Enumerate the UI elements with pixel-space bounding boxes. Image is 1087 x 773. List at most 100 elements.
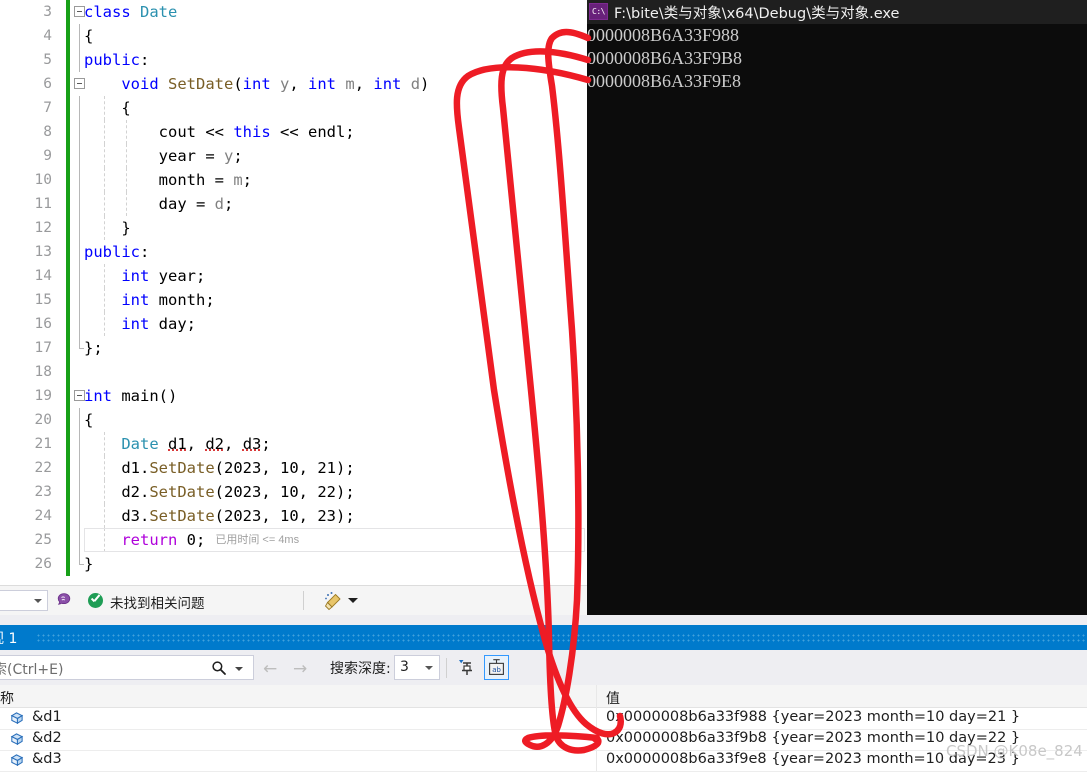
watch-expression-value: 0x0000008b6a33f988 {year=2023 month=10 d… (606, 709, 1021, 725)
code-line[interactable]: 23 d2.SetDate(2023, 10, 22); (0, 480, 587, 504)
line-number: 8 (43, 124, 52, 140)
code-line[interactable]: 18 (0, 360, 587, 384)
watch-toolbar: 索(Ctrl+E) ← → 搜索深度: 3 ab (0, 650, 1087, 685)
tab-watch-1[interactable]: 视 1 (0, 628, 17, 648)
pin-icon[interactable] (456, 657, 478, 679)
search-options-chevron-icon[interactable] (235, 667, 243, 671)
code-line[interactable]: 24 d3.SetDate(2023, 10, 23); (0, 504, 587, 528)
code-line[interactable]: 17}; (0, 336, 587, 360)
console-window-icon: C:\ (589, 3, 608, 20)
change-marker (66, 192, 70, 216)
fold-guide (79, 336, 84, 349)
line-number: 20 (34, 412, 52, 428)
change-marker (66, 528, 70, 552)
code-text: }; (84, 339, 103, 357)
code-line[interactable]: 9 year = y; (0, 144, 587, 168)
code-line[interactable]: 21 Date d1, d2, d3; (0, 432, 587, 456)
column-header-name[interactable]: 名称 (0, 688, 14, 708)
toolbar-divider (303, 591, 304, 610)
change-marker (66, 96, 70, 120)
table-row[interactable]: &d2 0x0000008b6a33f9b8 {year=2023 month=1… (0, 729, 1087, 751)
code-text: } (84, 219, 131, 237)
search-icon[interactable] (211, 660, 227, 676)
fold-guide (79, 168, 80, 192)
change-marker (66, 216, 70, 240)
watch-window: 视 1 索(Ctrl+E) ← → 搜索深度: 3 (0, 615, 1087, 772)
code-text: d2.SetDate(2023, 10, 22); (84, 483, 355, 501)
change-marker (66, 480, 70, 504)
code-line[interactable]: 8 cout << this << endl; (0, 120, 587, 144)
fold-guide (79, 144, 80, 168)
code-line[interactable]: 25 return 0; 已用时间 <= 4ms (0, 528, 587, 552)
fold-guide (79, 240, 80, 264)
watch-expression-name[interactable]: &d3 (32, 751, 62, 767)
hex-display-icon[interactable]: ab (484, 655, 509, 680)
code-text: Date d1, d2, d3; (121, 435, 271, 453)
change-marker (66, 120, 70, 144)
change-marker (66, 48, 70, 72)
line-number: 11 (34, 196, 52, 212)
change-marker (66, 360, 70, 384)
intellisense-icon[interactable] (54, 591, 74, 611)
search-depth-dropdown[interactable]: 3 (394, 655, 440, 680)
watch-expression-name[interactable]: &d1 (32, 709, 62, 725)
watch-expression-name[interactable]: &d2 (32, 730, 62, 746)
code-editor[interactable]: 3 class Date 4{5 public: 6 void SetDate(int … (0, 0, 587, 585)
fold-guide (79, 432, 80, 456)
code-text: return 0; 已用时间 <= 4ms (121, 531, 300, 549)
console-output-line: 0000008B6A33F988 (587, 25, 740, 45)
change-marker (66, 288, 70, 312)
code-text: public: (84, 51, 150, 69)
console-window[interactable]: C:\ F:\bite\类与对象\x64\Debug\类与对象.exe 0000… (587, 0, 1087, 627)
table-row[interactable]: &d1 0x0000008b6a33f988 {year=2023 month=1… (0, 708, 1087, 730)
code-line[interactable]: 11 day = d; (0, 192, 587, 216)
code-line[interactable]: 5 public: (0, 48, 587, 72)
watch-tab-strip[interactable]: 视 1 (0, 625, 1087, 650)
line-number: 14 (34, 268, 52, 284)
code-line[interactable]: 16 int day; (0, 312, 587, 336)
code-line[interactable]: 19 int main() (0, 384, 587, 408)
console-title-bar[interactable]: C:\ F:\bite\类与对象\x64\Debug\类与对象.exe (587, 0, 1087, 24)
fold-guide (79, 96, 80, 120)
cleanup-chevron-down-icon[interactable] (348, 598, 358, 603)
cleanup-icon[interactable] (322, 590, 344, 612)
object-cube-icon (8, 732, 25, 747)
zoom-level-dropdown[interactable]: % (0, 590, 48, 611)
code-text: { (84, 27, 94, 45)
code-line[interactable]: 7 { (0, 96, 587, 120)
line-number: 17 (34, 340, 52, 356)
console-output: 0000008B6A33F988 0000008B6A33F9B8 0000008B… (587, 24, 1087, 627)
change-marker (66, 432, 70, 456)
forward-arrow-icon[interactable]: → (293, 659, 307, 679)
code-line[interactable]: 10 month = m; (0, 168, 587, 192)
change-marker (66, 552, 70, 576)
code-line[interactable]: 13 public: (0, 240, 587, 264)
table-row[interactable]: &d3 0x0000008b6a33f9e8 {year=2023 month=1… (0, 750, 1087, 772)
problems-label: 未找到相关问题 (110, 596, 205, 612)
search-input[interactable]: 索(Ctrl+E) (0, 655, 254, 680)
fold-guide (79, 192, 80, 216)
change-marker (66, 504, 70, 528)
code-line[interactable]: 15 int month; (0, 288, 587, 312)
back-arrow-icon[interactable]: ← (263, 659, 277, 679)
code-line[interactable]: 6 void SetDate(int y, int m, int d) (0, 72, 587, 96)
line-number: 21 (34, 436, 52, 452)
watch-grid[interactable]: 名称 值 &d1 0x0000008b6a33f988 {year=2023 mo… (0, 685, 1087, 772)
change-marker (66, 72, 70, 96)
change-marker (66, 144, 70, 168)
code-text: { (84, 99, 131, 117)
code-line[interactable]: 3 class Date (0, 0, 587, 24)
code-line[interactable]: 14 int year; (0, 264, 587, 288)
fold-guide (79, 480, 80, 504)
code-text: int day; (121, 315, 196, 333)
code-line[interactable]: 4{ (0, 24, 587, 48)
column-header-value[interactable]: 值 (606, 688, 620, 708)
code-text: int month; (121, 291, 215, 309)
code-text: } (84, 555, 94, 573)
code-line[interactable]: 26} (0, 552, 587, 576)
code-line[interactable]: 22 d1.SetDate(2023, 10, 21); (0, 456, 587, 480)
code-text: class Date (84, 3, 178, 21)
code-line[interactable]: 20 { (0, 408, 587, 432)
line-number: 4 (43, 28, 52, 44)
code-line[interactable]: 12 } (0, 216, 587, 240)
